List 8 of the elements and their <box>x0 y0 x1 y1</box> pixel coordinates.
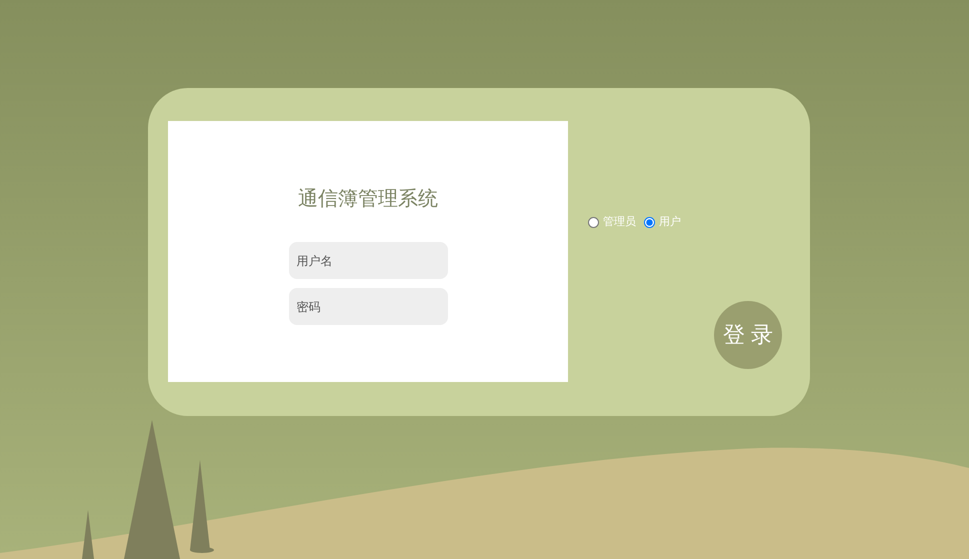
login-button[interactable]: 登 录 <box>714 300 782 368</box>
radio-button[interactable] <box>644 216 655 228</box>
radio-button[interactable] <box>588 216 599 228</box>
role-label: 用户 <box>659 214 681 230</box>
input-field[interactable]: 用户名 <box>288 242 448 279</box>
app-title: 通信簿管理系统 <box>298 185 438 212</box>
input-field[interactable]: 密码 <box>288 288 448 325</box>
role-label: 管理员 <box>603 215 636 230</box>
